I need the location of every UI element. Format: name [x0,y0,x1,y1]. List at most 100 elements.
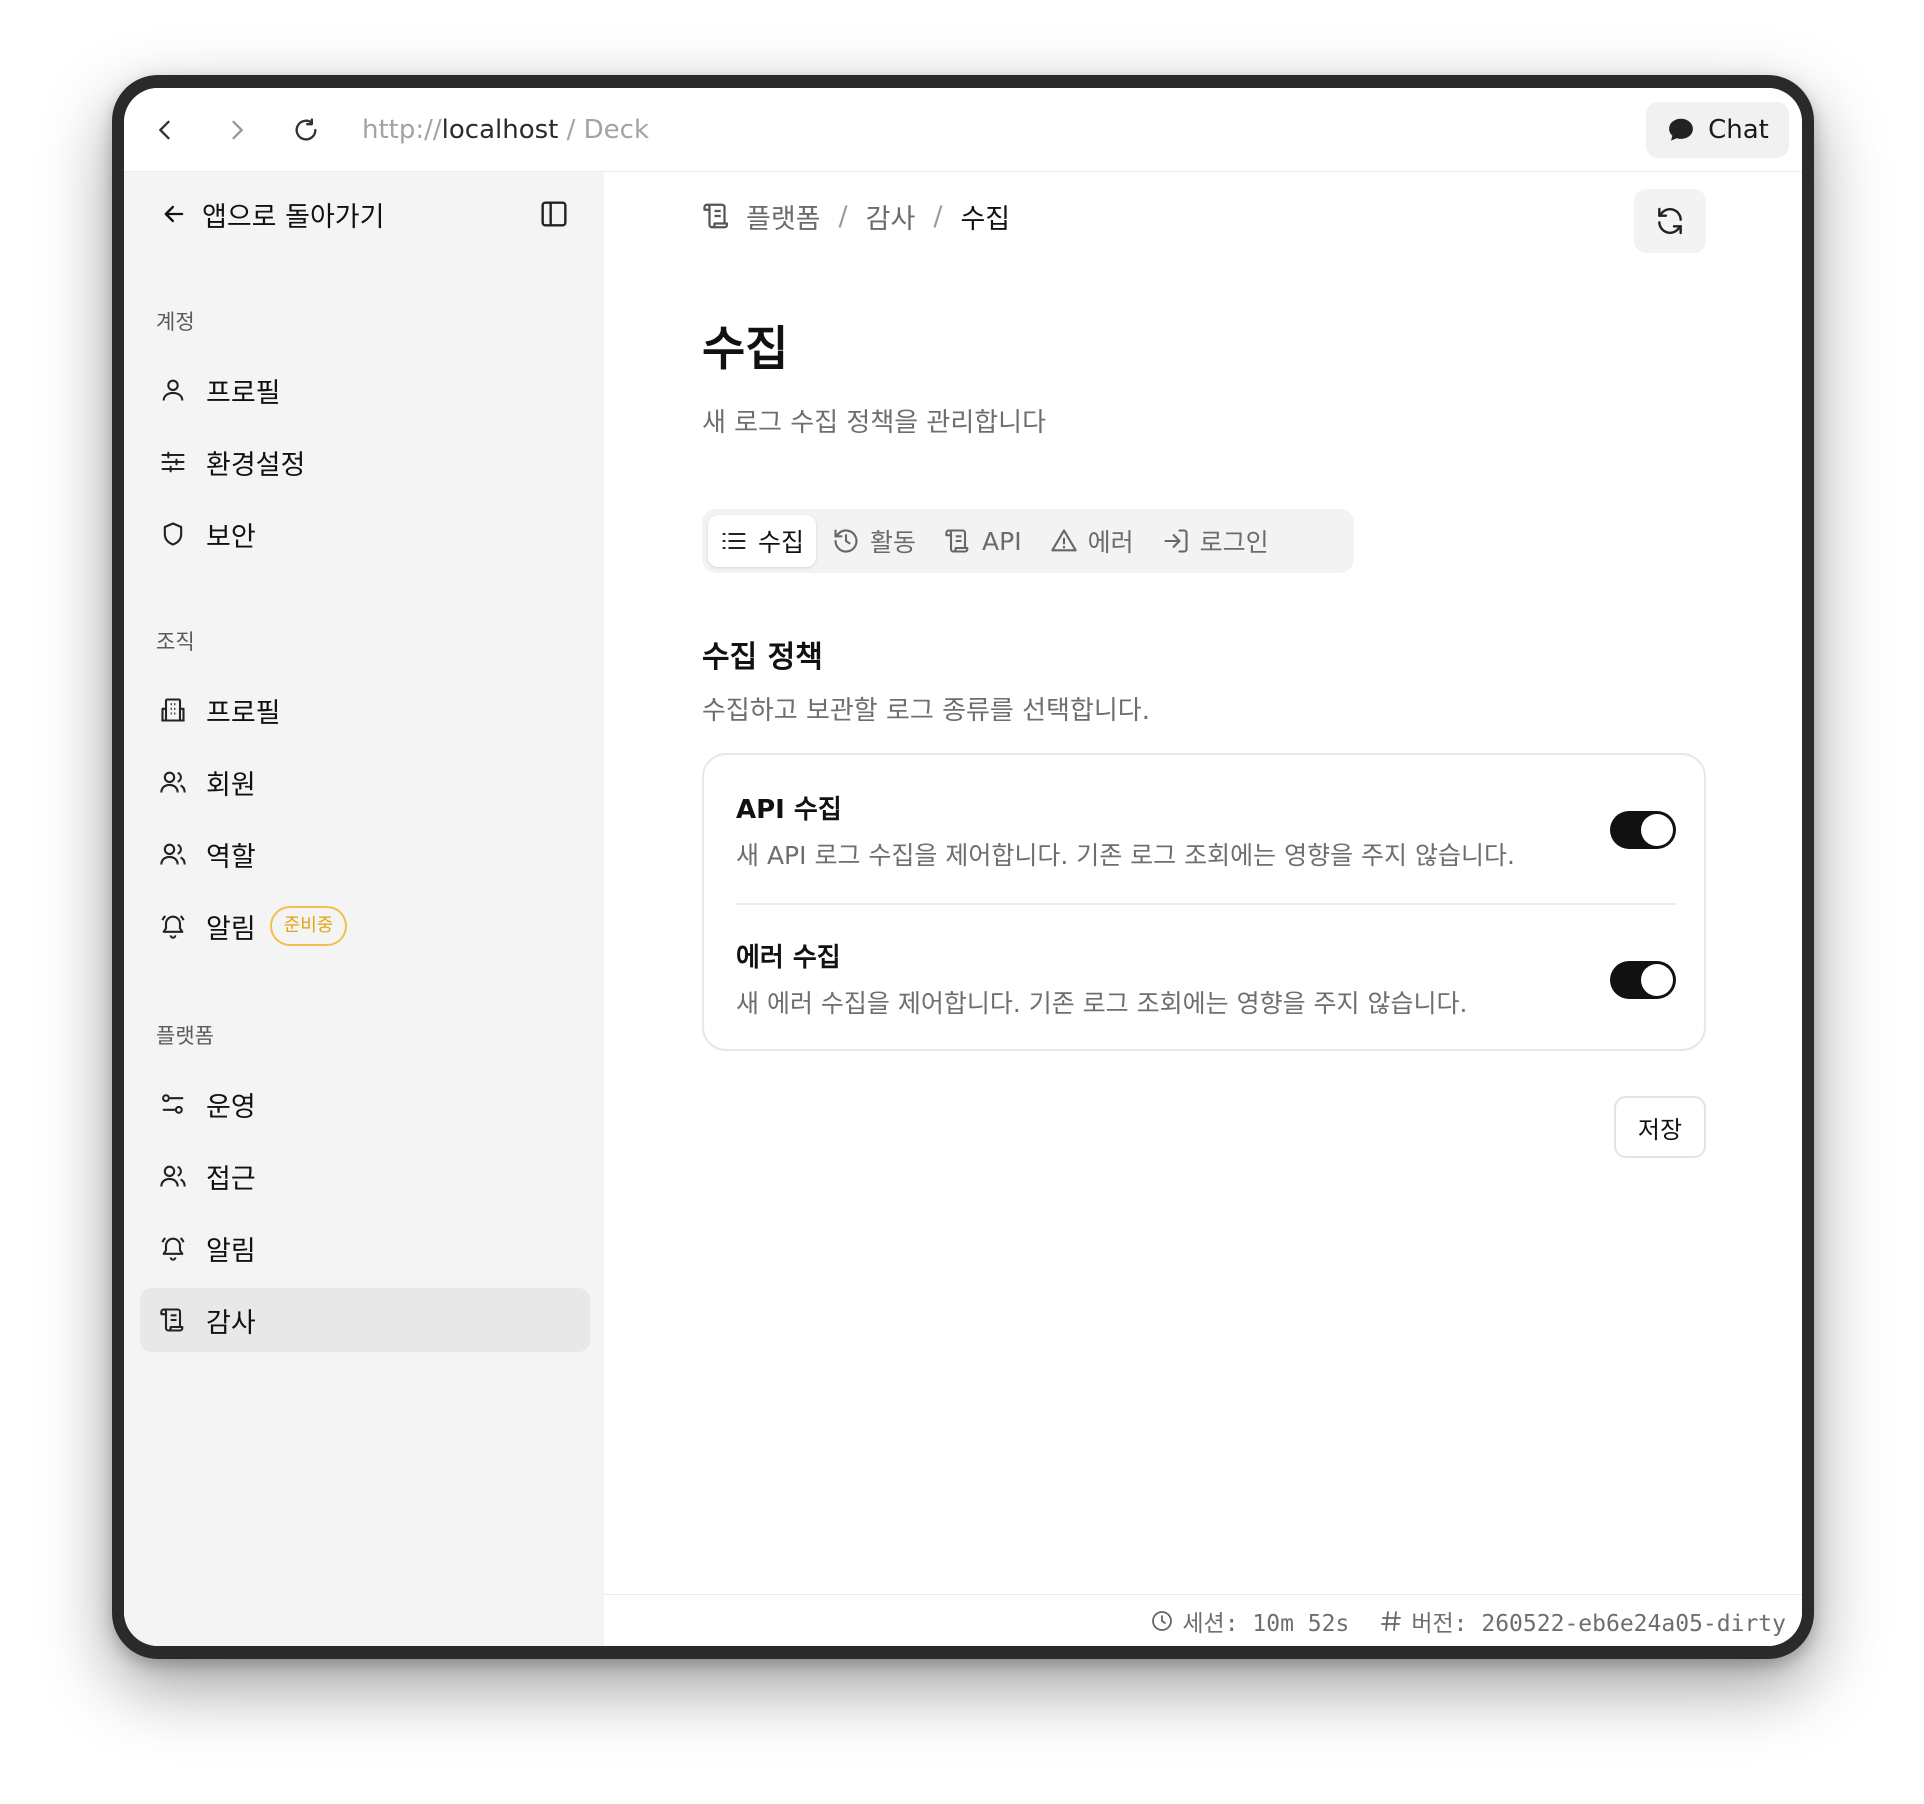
tab-activity[interactable]: 활동 [820,515,928,567]
sidebar-item-label: 역할 [206,841,256,873]
main-content: 플랫폼 / 감사 / 수집 수집 새 로그 수집 정책을 관리합니다 수집 활동… [604,172,1802,1646]
setting-title: API 수집 [736,795,842,825]
url-host: localhost [441,115,559,145]
list-icon [722,532,746,550]
sidebar-item-label: 회원 [206,769,256,801]
version-info: 버전: 260522-eb6e24a05-dirty [1379,1604,1786,1638]
setting-description: 새 에러 수집을 제어합니다. 기존 로그 조회에는 영향을 주지 않습니다. [736,989,1468,1018]
panel-left-icon [541,201,567,227]
sidebar-item-access[interactable]: 접근 [140,1144,590,1208]
chat-label: Chat [1708,115,1769,145]
sidebar-item-label: 접근 [206,1163,256,1195]
setting-api-collection: API 수집 새 API 로그 수집을 제어합니다. 기존 로그 조회에는 영향… [736,789,1676,872]
hash-icon [1381,1610,1402,1631]
sidebar-item-platform-notifications[interactable]: 알림 [140,1216,590,1280]
back-to-app-link[interactable]: 앱으로 돌아가기 [160,194,384,234]
error-collection-toggle[interactable] [1610,961,1676,999]
chevron-left-icon [159,120,170,140]
section-label-account: 계정 [156,310,195,334]
tab-label: 에러 [1087,528,1134,557]
sidebar-item-label: 프로필 [206,377,281,409]
reload-icon [295,118,317,141]
tab-label: 로그인 [1199,528,1269,557]
arrow-left-icon [164,205,184,223]
bell-icon [158,911,188,941]
sidebar-item-account-profile[interactable]: 프로필 [140,358,590,422]
sidebar-item-security[interactable]: 보안 [140,502,590,566]
version-text: 버전: 260522-eb6e24a05-dirty [1411,1610,1786,1637]
breadcrumb-platform[interactable]: 플랫폼 [746,197,821,236]
sidebar-item-label: 운영 [206,1091,256,1123]
tab-label: 활동 [870,528,917,557]
sidebar-toggle-button[interactable] [538,198,570,230]
sidebar-item-members[interactable]: 회원 [140,750,590,814]
address-bar[interactable]: http://localhost / Deck [362,114,649,146]
refresh-button[interactable] [1634,189,1706,253]
session-info: 세션: 10m 52s [1150,1604,1349,1638]
sidebar-item-org-profile[interactable]: 프로필 [140,678,590,742]
forward-button[interactable] [221,114,253,146]
save-button[interactable]: 저장 [1614,1096,1706,1158]
coming-soon-badge: 준비중 [269,906,348,946]
scroll-icon [945,529,969,553]
tab-api[interactable]: API [932,515,1034,567]
chevron-right-icon [232,120,243,140]
setting-description: 새 API 로그 수집을 제어합니다. 기존 로그 조회에는 영향을 주지 않습… [736,841,1515,870]
tab-label: 수집 [758,528,805,557]
setting-error-collection: 에러 수집 새 에러 수집을 제어합니다. 기존 로그 조회에는 영향을 주지 … [736,937,1676,1020]
api-collection-toggle[interactable] [1610,811,1676,849]
sidebar-item-label: 프로필 [206,697,281,729]
history-icon [834,529,858,553]
policy-settings-card: API 수집 새 API 로그 수집을 제어합니다. 기존 로그 조회에는 영향… [702,753,1706,1051]
sidebar-item-label: 환경설정 [206,449,306,481]
sidebar-item-operations[interactable]: 운영 [140,1072,590,1136]
status-footer: 세션: 10m 52s 버전: 260522-eb6e24a05-dirty [604,1594,1802,1646]
toggle-knob [1641,814,1673,846]
sliders-icon [158,447,188,477]
breadcrumb-separator: / [933,200,943,232]
tab-login[interactable]: 로그인 [1150,515,1281,567]
section-label-organization: 조직 [156,630,195,654]
chat-bubble-icon [1669,118,1693,141]
divider [736,903,1676,905]
breadcrumb-audit[interactable]: 감사 [866,197,916,236]
users-icon [158,1161,188,1191]
refresh-icon [1658,207,1682,235]
tab-collection[interactable]: 수집 [708,515,817,567]
breadcrumb: 플랫폼 / 감사 / 수집 [702,196,1010,236]
sidebar-item-label: 감사 [206,1307,256,1339]
users-icon [158,839,188,869]
scroll-icon [158,1305,188,1335]
sidebar-item-audit[interactable]: 감사 [140,1288,590,1352]
breadcrumb-separator: / [838,200,848,232]
tab-errors[interactable]: 에러 [1038,515,1146,567]
sidebar-item-label: 알림 [206,913,256,945]
policy-section-title: 수집 정책 [702,640,823,675]
tab-bar: 수집 활동 API 에러 로그인 [702,509,1354,573]
reload-button[interactable] [290,114,322,146]
back-button[interactable] [149,114,181,146]
sidebar-item-label: 알림 [206,1235,256,1267]
sidebar-item-roles[interactable]: 역할 [140,822,590,886]
login-icon [1164,529,1188,553]
tab-label: API [982,526,1022,556]
browser-toolbar: http://localhost / Deck Chat [124,88,1802,172]
sidebar-item-preferences[interactable]: 환경설정 [140,430,590,494]
url-path: / Deck [558,115,650,145]
session-text: 세션: 10m 52s [1182,1610,1350,1637]
warning-icon [1050,529,1077,552]
chat-button[interactable]: Chat [1646,102,1789,158]
toggle-knob [1641,964,1673,996]
scroll-icon [703,203,729,229]
bell-icon [158,1233,188,1263]
users-icon [158,767,188,797]
url-scheme: http:// [362,115,442,145]
policy-section-description: 수집하고 보관할 로그 종류를 선택합니다. [702,696,1150,726]
building-icon [158,695,188,725]
sidebar-item-org-notifications[interactable]: 알림 준비중 [140,894,590,958]
user-icon [158,375,188,405]
toggles-icon [158,1089,188,1119]
sidebar: 앱으로 돌아가기 계정 프로필 환경설정 보안 조직 프로필 회원 역할 알림 … [124,172,604,1646]
app-window: http://localhost / Deck Chat 앱으로 돌아가기 계정… [124,88,1802,1646]
section-label-platform: 플랫폼 [156,1024,214,1048]
